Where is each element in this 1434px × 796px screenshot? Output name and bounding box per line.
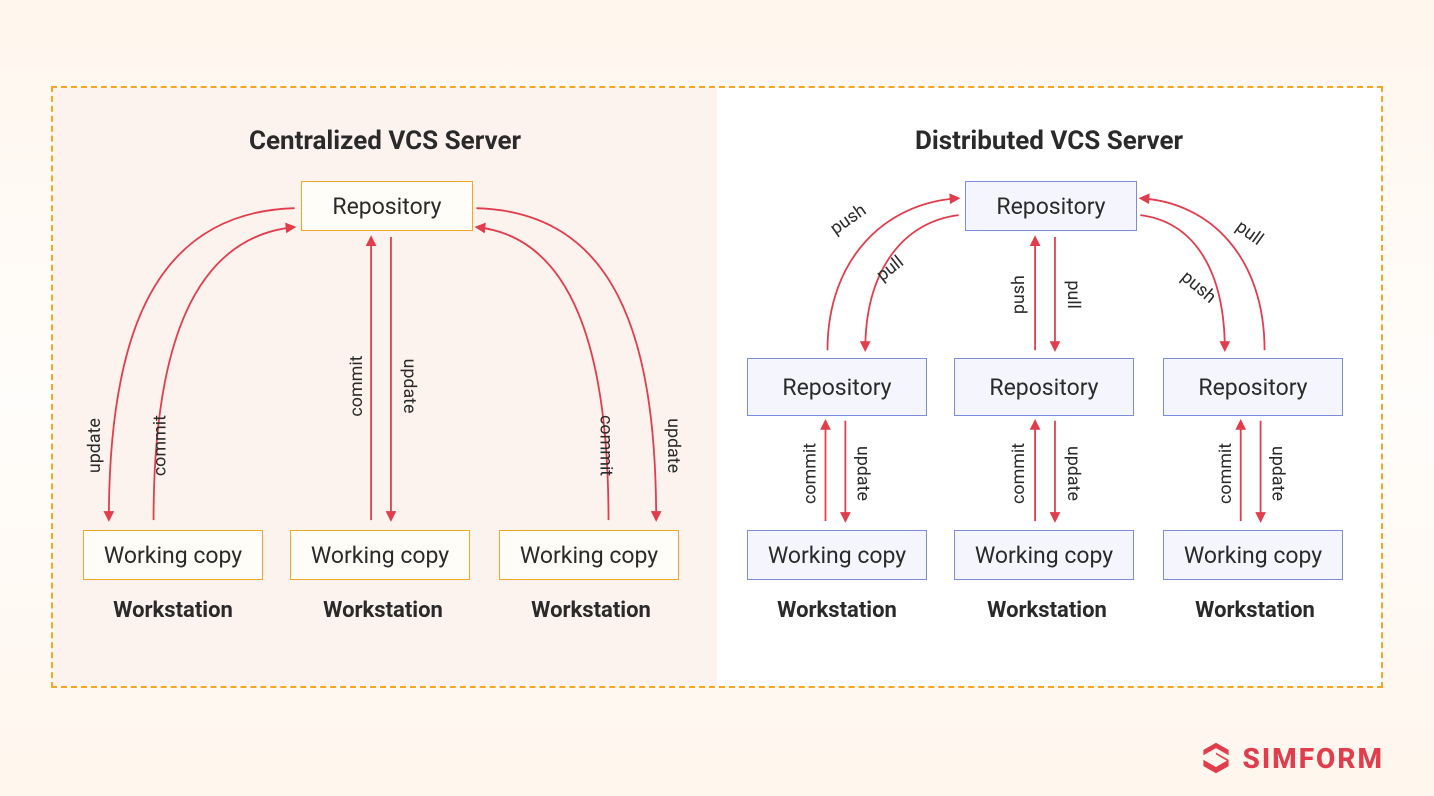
arrow-label-update-2: update <box>1063 446 1084 501</box>
arrow-label-update-right: update <box>663 418 684 473</box>
centralized-panel: Centralized VCS Server Repository Workin… <box>53 88 717 686</box>
arrow-label-commit-right: commit <box>596 415 617 476</box>
arrow-label-update-3: update <box>1268 446 1289 501</box>
workstation-label-1: Workstation <box>103 598 243 623</box>
arrow-label-commit-left: commit <box>149 415 170 476</box>
workstation-label-3: Workstation <box>521 598 661 623</box>
dist-workstation-label-1: Workstation <box>767 598 907 623</box>
arrow-label-update-left: update <box>84 418 105 473</box>
arrow-label-pull-left: pull <box>872 251 907 285</box>
local-repo-2: Repository <box>954 358 1134 416</box>
dist-working-copy-1: Working copy <box>747 530 927 580</box>
dist-working-copy-2: Working copy <box>954 530 1134 580</box>
arrow-label-update-center: update <box>399 358 420 413</box>
working-copy-2: Working copy <box>290 530 470 580</box>
local-repo-1: Repository <box>747 358 927 416</box>
arrow-label-push-right: push <box>1177 266 1220 307</box>
arrow-label-commit-center: commit <box>346 355 367 416</box>
arrow-label-commit-1: commit <box>800 443 821 504</box>
working-copy-1: Working copy <box>83 530 263 580</box>
dist-workstation-label-3: Workstation <box>1185 598 1325 623</box>
distributed-central-repo: Repository <box>965 181 1137 231</box>
arrow-label-push-left: push <box>826 200 870 240</box>
central-repository-box: Repository <box>301 181 473 231</box>
arrow-label-pull-center: pull <box>1063 280 1084 309</box>
dist-working-copy-3: Working copy <box>1163 530 1343 580</box>
centralized-arrows: commit update update commit commit updat… <box>53 88 717 686</box>
brand-name: SIMFORM <box>1242 742 1384 775</box>
centralized-title: Centralized VCS Server <box>53 126 717 156</box>
distributed-panel: Distributed VCS Server Repository Reposi… <box>717 88 1381 686</box>
diagram-container: Centralized VCS Server Repository Workin… <box>51 86 1383 688</box>
arrow-label-pull-right: pull <box>1232 216 1267 250</box>
arrow-label-commit-2: commit <box>1008 443 1029 504</box>
arrow-label-push-center: push <box>1008 275 1029 314</box>
dist-workstation-label-2: Workstation <box>977 598 1117 623</box>
arrow-label-commit-3: commit <box>1215 443 1236 504</box>
working-copy-3: Working copy <box>499 530 679 580</box>
workstation-label-2: Workstation <box>313 598 453 623</box>
distributed-title: Distributed VCS Server <box>717 126 1381 156</box>
simform-logo-icon <box>1198 740 1234 776</box>
arrow-label-update-1: update <box>852 446 873 501</box>
brand-logo: SIMFORM <box>1198 740 1384 776</box>
local-repo-3: Repository <box>1163 358 1343 416</box>
